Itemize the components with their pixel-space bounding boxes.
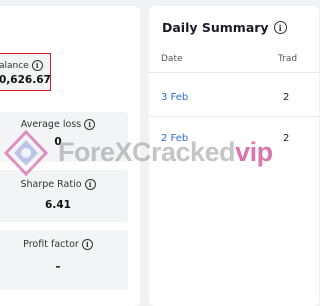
sharpe-ratio-value: 6.41	[45, 199, 71, 211]
sharpe-ratio-label: Sharpe Ratio	[20, 179, 82, 190]
balance-label: alance	[0, 60, 29, 71]
info-icon[interactable]: i	[84, 179, 96, 190]
profit-factor-label: Profit factor	[23, 239, 79, 250]
daily-summary-card	[149, 6, 319, 306]
trades-value-row-2: 2	[283, 133, 290, 144]
table-divider	[149, 72, 319, 73]
sharpe-ratio-tile: Sharpe Ratio i 6.41	[0, 170, 128, 222]
average-loss-tile: Average loss i 0	[0, 112, 128, 162]
info-icon[interactable]: i	[84, 119, 96, 130]
info-icon[interactable]: i	[273, 21, 287, 34]
date-link-row-1[interactable]: 3 Feb	[161, 92, 188, 103]
balance-value: 0,626.67	[0, 74, 51, 86]
date-link-row-2[interactable]: 2 Feb	[161, 133, 188, 144]
trades-value-row-1: 2	[283, 92, 290, 103]
daily-summary-title: Daily Summary	[162, 20, 269, 35]
info-icon[interactable]: i	[81, 239, 93, 250]
table-divider	[149, 116, 319, 117]
profit-factor-value: –	[55, 261, 61, 273]
profit-factor-tile: Profit factor i –	[0, 230, 128, 290]
average-loss-label: Average loss	[20, 119, 82, 130]
average-loss-value: 0	[54, 136, 62, 148]
balance-tile: alance i 0,626.67	[0, 53, 51, 91]
info-icon[interactable]: i	[31, 60, 43, 71]
column-header-date[interactable]: Date	[161, 54, 183, 64]
column-header-trades[interactable]: Trad	[278, 54, 297, 64]
